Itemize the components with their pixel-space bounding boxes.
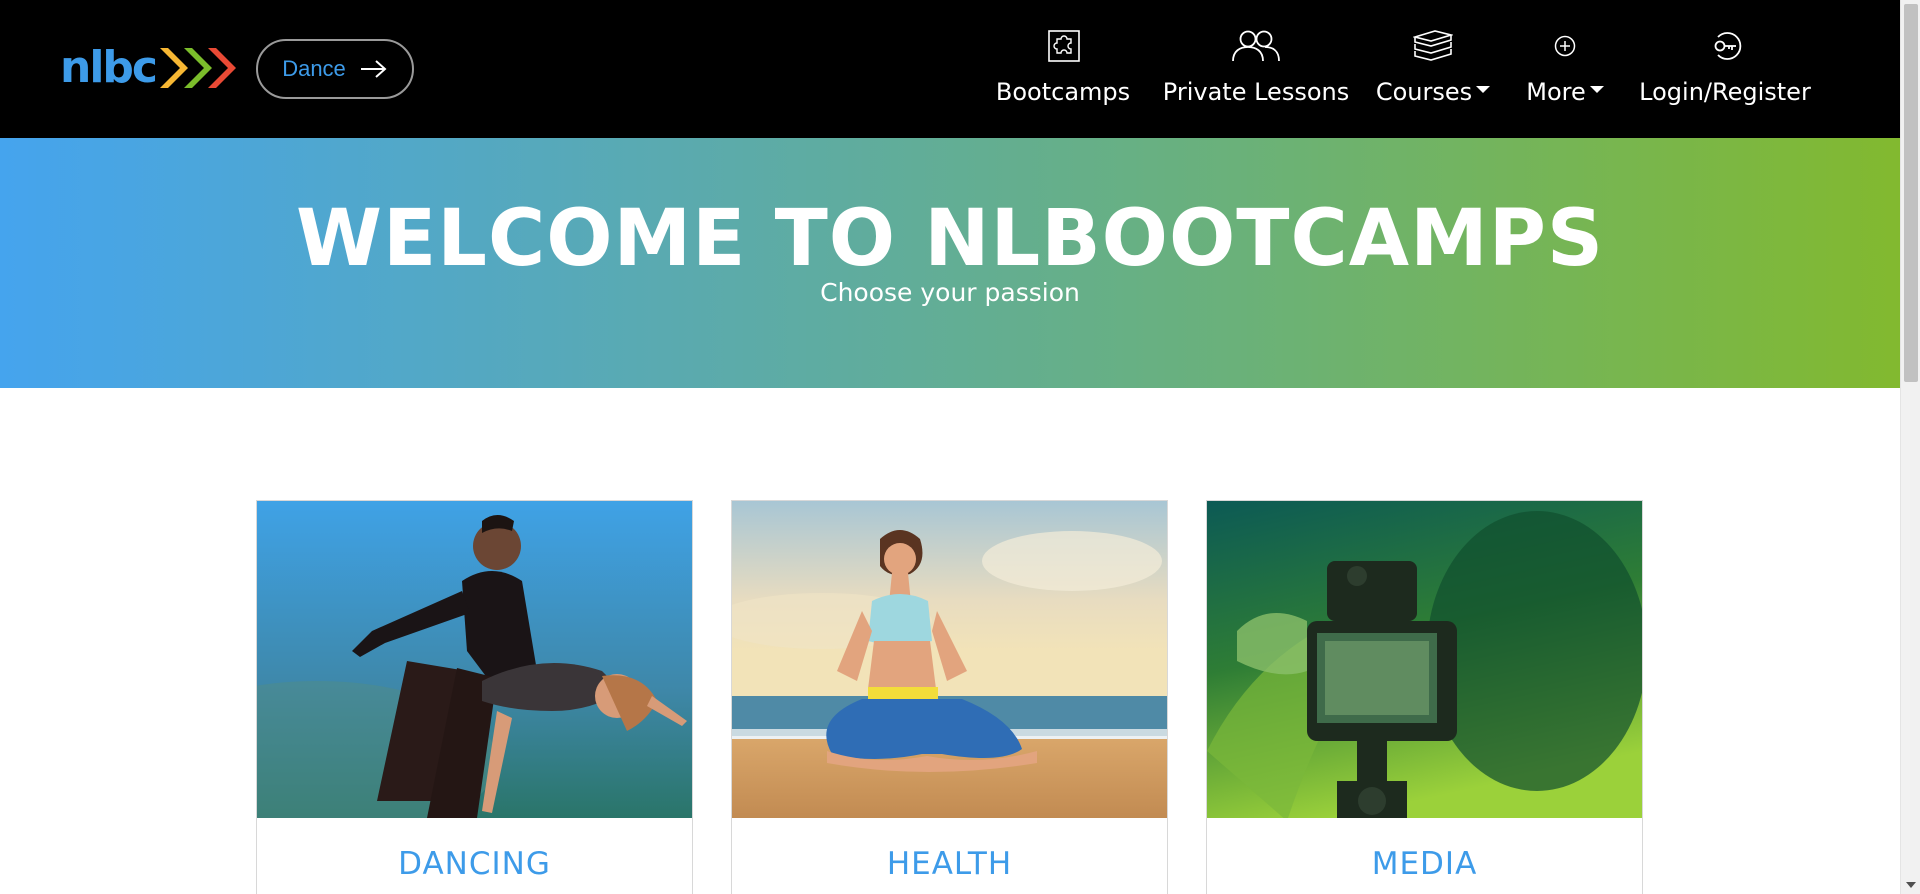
card-health-title[interactable]: HEALTH: [732, 846, 1167, 882]
dance-button-label: Dance: [282, 56, 346, 81]
nav-courses[interactable]: Courses: [1375, 0, 1491, 138]
vertical-scrollbar[interactable]: [1900, 0, 1920, 894]
hero-banner: WELCOME TO NLBOOTCAMPS Choose your passi…: [0, 138, 1900, 388]
plus-circle-icon: [1554, 26, 1576, 66]
nav-courses-label: Courses: [1375, 78, 1491, 106]
hero-subtitle: Choose your passion: [820, 278, 1080, 307]
card-dancing-title[interactable]: DANCING: [257, 846, 692, 882]
scroll-down-icon[interactable]: [1906, 882, 1916, 888]
courses-text: Courses: [1375, 78, 1473, 106]
arrow-right-icon: [360, 60, 387, 78]
nav-login-register-label: Login/Register: [1639, 78, 1811, 106]
card-media[interactable]: MEDIA: [1206, 500, 1643, 894]
camera-photographer-photo: [1207, 501, 1642, 818]
nav-more-label: More: [1520, 78, 1610, 106]
nlbc-logo[interactable]: nlbc: [60, 42, 240, 94]
chevron-down-icon: [1476, 85, 1491, 93]
nav-private-lessons-label: Private Lessons: [1162, 78, 1350, 106]
card-health[interactable]: HEALTH: [731, 500, 1168, 894]
card-media-title[interactable]: MEDIA: [1207, 846, 1642, 882]
nav-bootcamps[interactable]: Bootcamps: [995, 0, 1131, 138]
chevron-down-icon: [1589, 85, 1604, 93]
users-icon: [1231, 26, 1281, 66]
ballroom-dancers-photo: [257, 501, 692, 818]
site-header: nlbc Dance Bootcamps Private Lessons Cou…: [0, 0, 1900, 138]
key-icon: [1708, 26, 1742, 66]
hero-title: WELCOME TO NLBOOTCAMPS: [295, 194, 1605, 284]
more-text: More: [1526, 78, 1586, 106]
puzzle-icon: [1048, 26, 1080, 66]
dance-button[interactable]: Dance: [256, 39, 414, 99]
scrollbar-thumb[interactable]: [1904, 4, 1918, 382]
nav-more[interactable]: More: [1520, 0, 1610, 138]
nav-login-register[interactable]: Login/Register: [1636, 0, 1814, 138]
nav-bootcamps-label: Bootcamps: [995, 78, 1131, 106]
nav-private-lessons[interactable]: Private Lessons: [1162, 0, 1350, 138]
books-icon: [1413, 26, 1453, 66]
yoga-beach-photo: [732, 501, 1167, 818]
logo-arrows-icon: [159, 48, 236, 88]
logo-text: nlbc: [60, 42, 158, 93]
card-dancing[interactable]: DANCING: [256, 500, 693, 894]
